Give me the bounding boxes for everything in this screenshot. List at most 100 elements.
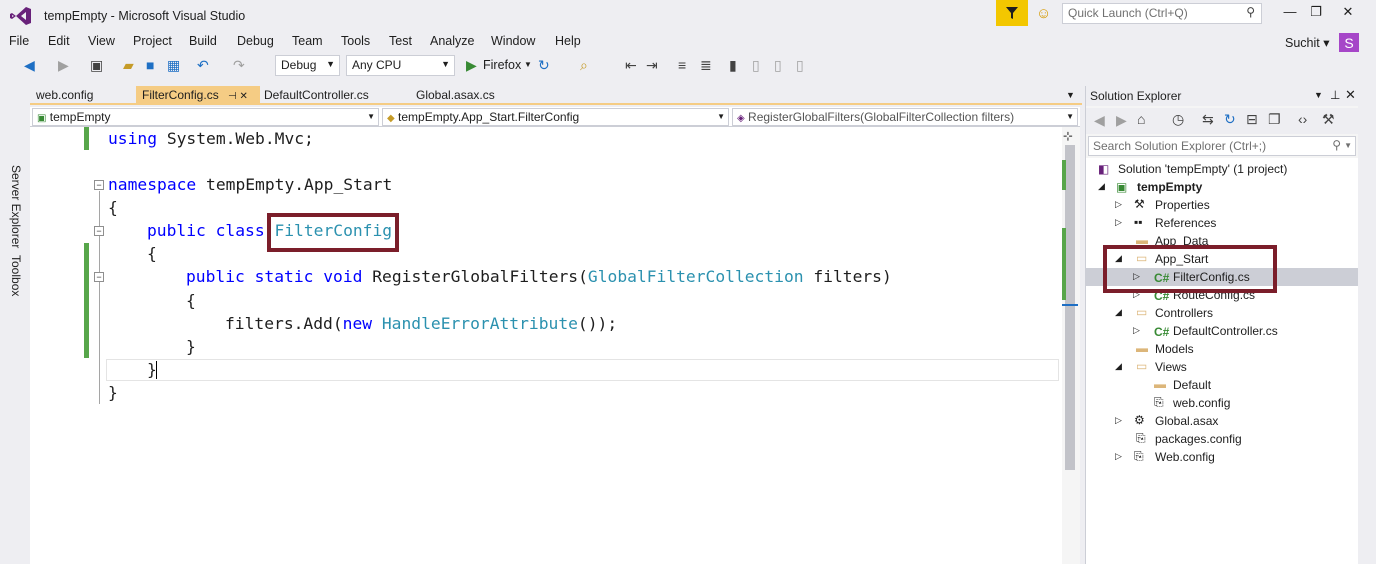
collapse-namespace-icon[interactable]: −	[94, 180, 104, 190]
previous-bookmark-icon[interactable]: ▯	[752, 57, 760, 74]
solution-configuration-select[interactable]: Debug ▼	[275, 55, 340, 76]
close-panel-icon[interactable]: ✕	[1345, 87, 1356, 103]
tree-node-solution[interactable]: ◧ Solution 'tempEmpty' (1 project)	[1086, 160, 1358, 178]
navigate-forward-icon[interactable]: ▶	[58, 57, 69, 74]
collapse-class-icon[interactable]: −	[94, 226, 104, 236]
new-project-icon[interactable]: ▣	[90, 57, 103, 74]
menu-build[interactable]: Build	[189, 34, 217, 48]
window-position-chevron-icon[interactable]: ▼	[1314, 90, 1323, 100]
split-editor-icon[interactable]: ⊹	[1063, 129, 1073, 143]
feedback-smiley-icon[interactable]: ☺	[1036, 5, 1051, 22]
pending-changes-filter-icon[interactable]: ◷	[1172, 111, 1184, 128]
close-button[interactable]: ✕	[1334, 4, 1362, 24]
refresh-icon[interactable]: ↻	[1224, 111, 1236, 128]
wrench-icon: ⚒	[1134, 197, 1145, 211]
project-dropdown[interactable]: ▣ tempEmpty ▼	[32, 108, 379, 126]
save-icon[interactable]: ■	[146, 57, 154, 73]
tree-node-controllers[interactable]: ◢ ▭ Controllers	[1086, 304, 1358, 322]
expanded-arrow-icon[interactable]: ◢	[1098, 181, 1105, 192]
redo-icon[interactable]: ↷	[233, 57, 245, 74]
next-bookmark-icon[interactable]: ▯	[774, 57, 782, 74]
home-icon[interactable]: ⌂	[1137, 111, 1145, 127]
undo-icon[interactable]: ↶	[197, 57, 209, 74]
menu-team[interactable]: Team	[292, 34, 323, 48]
collapse-method-icon[interactable]: −	[94, 272, 104, 282]
menu-test[interactable]: Test	[389, 34, 412, 48]
view-code-icon[interactable]: ‹›	[1298, 111, 1307, 127]
tab-web-config[interactable]: web.config	[30, 86, 136, 105]
tree-node-defaultcontroller[interactable]: ▷ C# DefaultController.cs	[1086, 322, 1358, 340]
bookmark-icon[interactable]: ▮	[729, 57, 737, 74]
clear-bookmarks-icon[interactable]: ▯	[796, 57, 804, 74]
scrollbar-thumb[interactable]	[1065, 145, 1075, 470]
tab-global-asax-cs[interactable]: Global.asax.cs	[410, 86, 520, 105]
sync-icon[interactable]: ⇆	[1202, 111, 1214, 128]
member-dropdown[interactable]: ◈ RegisterGlobalFilters(GlobalFilterColl…	[732, 108, 1078, 126]
collapsed-arrow-icon[interactable]: ▷	[1115, 199, 1122, 210]
pin-close-icon[interactable]: ⊣ ✕	[228, 91, 248, 102]
tree-node-views-web-config[interactable]: ⎘ web.config	[1086, 394, 1358, 412]
type-dropdown[interactable]: ◆ tempEmpty.App_Start.FilterConfig ▼	[382, 108, 729, 126]
forward-icon[interactable]: ▶	[1116, 112, 1127, 129]
open-folder-icon[interactable]: ▰	[123, 57, 134, 74]
menu-analyze[interactable]: Analyze	[430, 34, 474, 48]
properties-wrench-icon[interactable]: ⚒	[1322, 111, 1335, 128]
tree-node-references[interactable]: ▷ ▪▪ References	[1086, 214, 1358, 232]
tab-overflow-chevron-icon[interactable]: ▼	[1066, 90, 1075, 100]
menu-window[interactable]: Window	[491, 34, 535, 48]
user-account[interactable]: Suchit ▾	[1285, 35, 1330, 50]
solution-explorer-search-input[interactable]: Search Solution Explorer (Ctrl+;) ⚲ ▼	[1088, 136, 1356, 156]
menu-debug[interactable]: Debug	[237, 34, 274, 48]
config-file-icon: ⎘	[1136, 431, 1146, 445]
start-target-label[interactable]: Firefox	[483, 58, 521, 72]
menu-view[interactable]: View	[88, 34, 115, 48]
chevron-down-icon[interactable]: ▼	[1344, 141, 1352, 150]
comment-icon[interactable]: ≡	[678, 57, 686, 73]
pin-icon[interactable]: ⊥	[1330, 88, 1340, 102]
tree-node-models[interactable]: ▬ Models	[1086, 340, 1358, 358]
server-explorer-tab[interactable]: Server Explorer	[9, 165, 23, 248]
chevron-down-icon[interactable]: ▼	[524, 60, 532, 69]
tree-node-web-config[interactable]: ▷ ⎘ Web.config	[1086, 448, 1358, 466]
refresh-icon[interactable]: ↻	[538, 57, 550, 74]
menu-project[interactable]: Project	[133, 34, 172, 48]
outdent-icon[interactable]: ⇥	[646, 57, 658, 74]
save-all-icon[interactable]: ▦	[167, 57, 180, 74]
tree-node-project[interactable]: ◢ ▣ tempEmpty	[1086, 178, 1358, 196]
solution-platform-select[interactable]: Any CPU ▼	[346, 55, 455, 76]
menu-edit[interactable]: Edit	[48, 34, 70, 48]
menu-file[interactable]: File	[9, 34, 29, 48]
back-icon[interactable]: ◀	[1094, 112, 1105, 129]
maximize-button[interactable]: ❐	[1302, 4, 1330, 24]
tree-node-global-asax[interactable]: ▷ ⚙ Global.asax	[1086, 412, 1358, 430]
tree-node-packages-config[interactable]: ⎘ packages.config	[1086, 430, 1358, 448]
avatar[interactable]: S	[1339, 33, 1359, 53]
tree-node-default[interactable]: ▬ Default	[1086, 376, 1358, 394]
collapsed-arrow-icon[interactable]: ▷	[1133, 325, 1140, 336]
minimize-button[interactable]: —	[1276, 4, 1304, 24]
collapsed-arrow-icon[interactable]: ▷	[1115, 217, 1122, 228]
collapse-all-icon[interactable]: ⊟	[1246, 111, 1258, 128]
tab-label: web.config	[36, 88, 94, 102]
menu-tools[interactable]: Tools	[341, 34, 370, 48]
start-debugging-icon[interactable]: ▶	[466, 57, 477, 74]
tree-node-label: packages.config	[1155, 432, 1242, 446]
tab-filterconfig-cs[interactable]: FilterConfig.cs ⊣ ✕	[136, 86, 260, 105]
tree-node-views[interactable]: ◢ ▭ Views	[1086, 358, 1358, 376]
navigate-back-icon[interactable]: ◀	[24, 57, 35, 74]
tree-node-properties[interactable]: ▷ ⚒ Properties	[1086, 196, 1358, 214]
tab-defaultcontroller-cs[interactable]: DefaultController.cs	[258, 86, 408, 105]
find-icon[interactable]: ⌕	[580, 57, 588, 74]
indent-icon[interactable]: ⇤	[625, 57, 637, 74]
expanded-arrow-icon[interactable]: ◢	[1115, 361, 1122, 372]
uncomment-icon[interactable]: ≣	[700, 57, 712, 74]
notifications-filter-icon[interactable]	[996, 0, 1028, 26]
menu-help[interactable]: Help	[555, 34, 581, 48]
quick-launch-input[interactable]: Quick Launch (Ctrl+Q) ⚲	[1062, 3, 1262, 24]
show-all-files-icon[interactable]: ❐	[1268, 111, 1281, 128]
collapsed-arrow-icon[interactable]: ▷	[1115, 451, 1122, 462]
toolbox-tab[interactable]: Toolbox	[9, 255, 23, 296]
expanded-arrow-icon[interactable]: ◢	[1115, 307, 1122, 318]
collapsed-arrow-icon[interactable]: ▷	[1115, 415, 1122, 426]
code-line-brace: {	[108, 198, 118, 217]
